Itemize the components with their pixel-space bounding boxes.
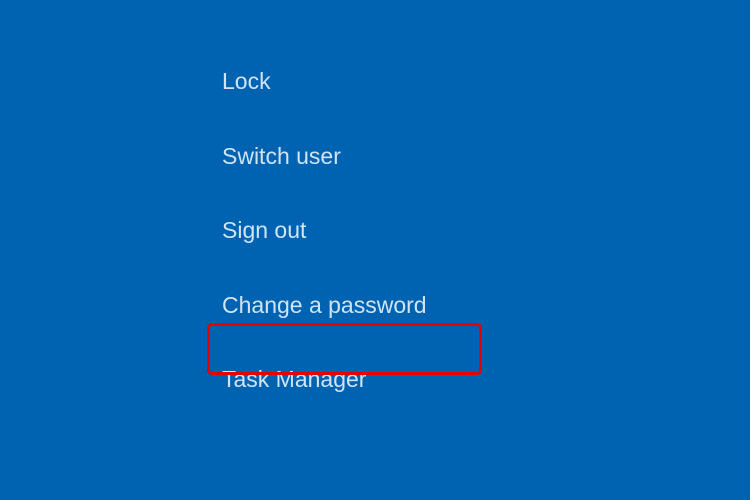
menu-item-task-manager[interactable]: Task Manager <box>222 366 427 394</box>
menu-item-switch-user[interactable]: Switch user <box>222 143 427 171</box>
menu-item-change-password[interactable]: Change a password <box>222 292 427 320</box>
menu-item-lock[interactable]: Lock <box>222 68 427 96</box>
menu-item-sign-out[interactable]: Sign out <box>222 217 427 245</box>
security-options-menu: Lock Switch user Sign out Change a passw… <box>222 68 427 441</box>
